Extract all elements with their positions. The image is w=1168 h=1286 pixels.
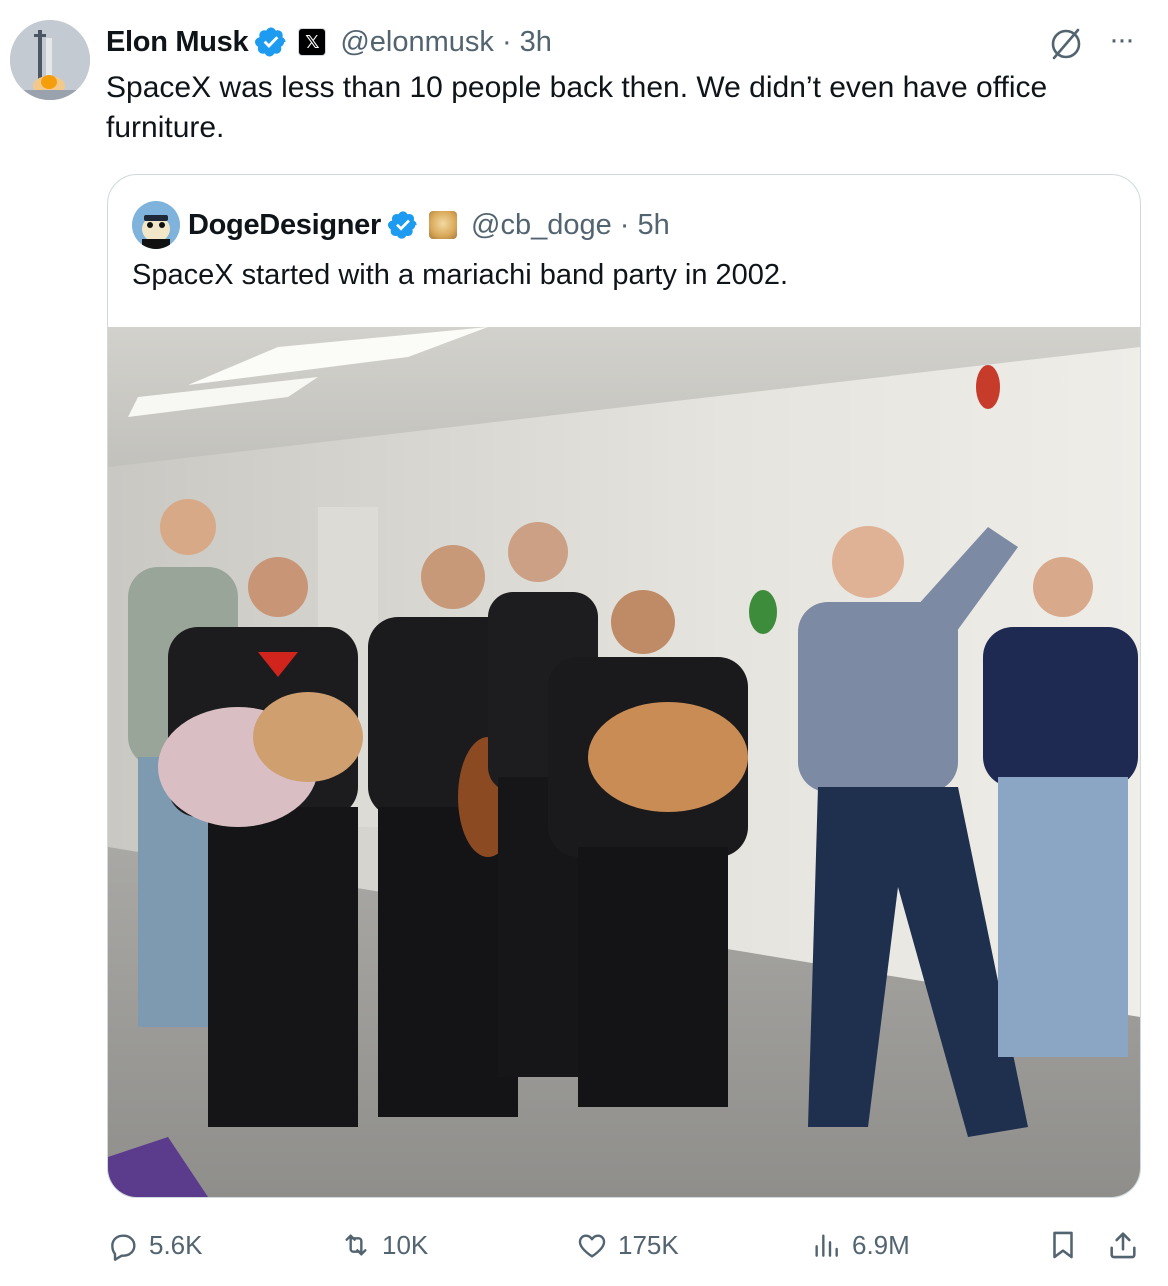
repost-count: 10K	[382, 1229, 429, 1260]
doge-affiliate-icon[interactable]	[429, 211, 457, 239]
separator-dot: ·	[619, 208, 638, 241]
post-text: SpaceX was less than 10 people back then…	[106, 71, 1048, 144]
views-button[interactable]: 6.9M	[810, 1228, 910, 1262]
quoted-author-name[interactable]: DogeDesigner	[188, 209, 381, 242]
reply-count: 5.6K	[149, 1229, 203, 1260]
reply-icon	[111, 1234, 136, 1261]
person-right	[983, 557, 1138, 1057]
bookmark-icon[interactable]	[1046, 1228, 1080, 1262]
repost-icon	[345, 1234, 367, 1256]
quoted-post[interactable]: DogeDesigner @cb_doge · 5h SpaceX starte…	[107, 174, 1141, 1198]
heart-icon	[578, 1234, 606, 1258]
like-count: 175K	[618, 1229, 679, 1260]
author-handle[interactable]: @elonmusk	[340, 26, 494, 58]
more-options-icon[interactable]: ···	[1101, 22, 1141, 62]
person-mariachi-4	[548, 590, 748, 1107]
post-time[interactable]: 3h	[520, 26, 552, 58]
rocket-launch-image	[10, 20, 90, 100]
verified-badge-icon	[388, 211, 417, 239]
doge-avatar-image	[132, 201, 180, 249]
quoted-text: SpaceX started with a mariachi band part…	[132, 259, 789, 291]
verified-badge-icon	[255, 27, 286, 57]
share-icon[interactable]	[1106, 1228, 1140, 1262]
mariachi-band-photo[interactable]	[108, 327, 1140, 1197]
quoted-time[interactable]: 5h	[638, 209, 670, 241]
like-button[interactable]: 175K	[576, 1228, 679, 1262]
separator-dot: ·	[501, 25, 520, 58]
x-logo-icon[interactable]: 𝕏	[298, 28, 327, 56]
author-name[interactable]: Elon Musk	[106, 26, 249, 59]
author-meta: @elonmusk · 3h	[340, 26, 552, 59]
action-bar: 5.6K 10K 175K 6.9M	[0, 1220, 1168, 1270]
quoted-header: DogeDesigner @cb_doge · 5h	[188, 201, 670, 249]
author-avatar[interactable]	[10, 20, 90, 100]
views-icon	[815, 1234, 838, 1257]
repost-button[interactable]: 10K	[340, 1228, 428, 1262]
post-header: Elon Musk 𝕏 @elonmusk · 3h	[106, 22, 552, 62]
quoted-meta: @cb_doge · 5h	[471, 209, 670, 242]
quoted-handle[interactable]: @cb_doge	[471, 209, 612, 241]
views-count: 6.9M	[852, 1229, 910, 1260]
reply-button[interactable]: 5.6K	[107, 1228, 203, 1262]
grok-icon[interactable]	[1046, 24, 1086, 64]
quoted-author-avatar[interactable]	[132, 201, 180, 249]
